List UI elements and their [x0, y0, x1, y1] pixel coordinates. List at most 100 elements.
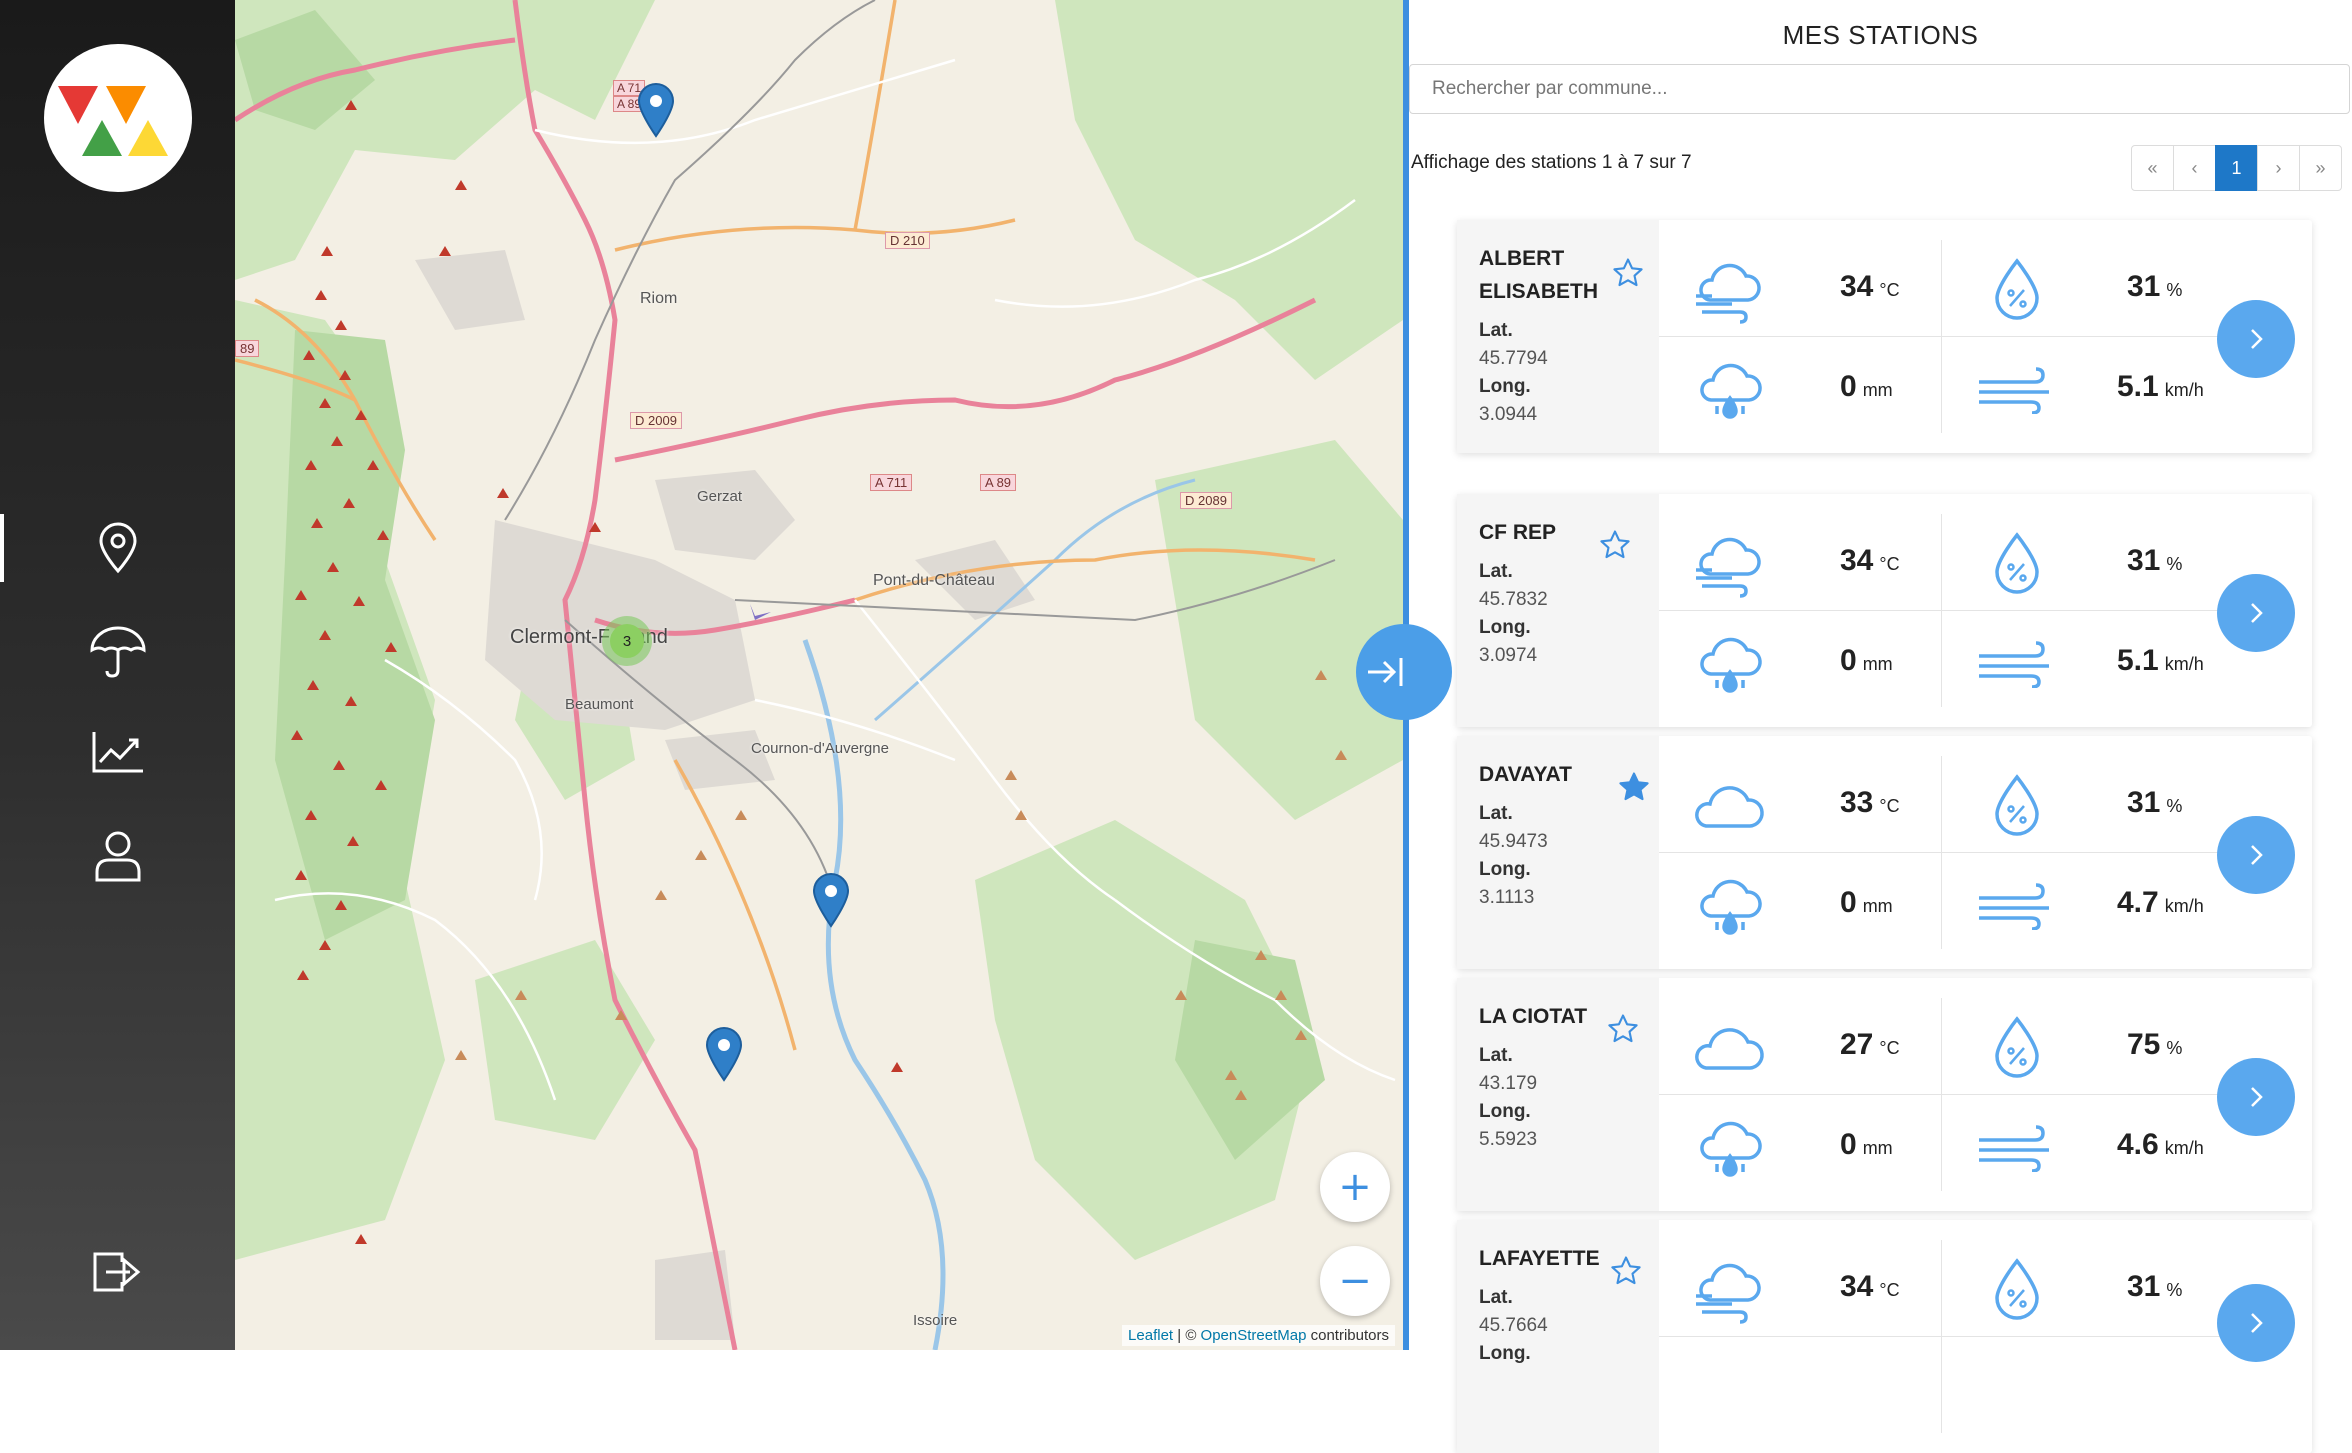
leaflet-link[interactable]: Leaflet: [1128, 1327, 1173, 1344]
humidity-value: 31%: [2127, 270, 2183, 303]
metric-divider: [1659, 336, 2229, 337]
cloud-wind-icon: [1696, 1263, 1761, 1324]
latitude-label: Lat.: [1479, 320, 1513, 341]
open-station-button[interactable]: [2217, 1058, 2295, 1136]
humidity-drop-icon: [1995, 258, 2039, 320]
nav-profile[interactable]: [0, 816, 235, 896]
osm-link[interactable]: OpenStreetMap: [1201, 1327, 1307, 1344]
latitude-value: 43.179: [1479, 1073, 1538, 1094]
nav-logout[interactable]: [0, 1232, 235, 1312]
favorite-star-icon[interactable]: [1611, 256, 1645, 290]
latitude-value: 45.7832: [1479, 589, 1548, 610]
place-label: Beaumont: [565, 696, 634, 713]
metric-divider: [1659, 1336, 2229, 1337]
latitude-value: 45.7794: [1479, 348, 1548, 369]
attribution-text: contributors: [1306, 1327, 1389, 1344]
toggle-panel-button[interactable]: [1356, 624, 1452, 720]
temperature-value: 34 °C: [1840, 270, 1900, 303]
longitude-value: 3.0974: [1479, 645, 1538, 666]
chevron-right-icon: [2251, 329, 2263, 349]
road-shield: D 2009: [630, 412, 682, 429]
open-station-button[interactable]: [2217, 574, 2295, 652]
favorite-star-icon[interactable]: [1606, 1012, 1640, 1046]
station-info: ALBERT ELISABETH Lat. 45.7794 Long. 3.09…: [1457, 220, 1659, 453]
road-shield: A 89: [980, 474, 1017, 491]
stations-panel: MES STATIONS Affichage des stations 1 à …: [1409, 0, 2352, 1453]
favorite-star-icon[interactable]: [1617, 770, 1651, 804]
search-commune-input[interactable]: [1409, 64, 2350, 114]
chart-line-icon: [92, 732, 143, 773]
station-cluster-marker[interactable]: 3: [602, 616, 652, 666]
place-label: Pont-du-Château: [873, 572, 995, 589]
page-first-button[interactable]: «: [2131, 145, 2174, 191]
app-logo[interactable]: [44, 44, 192, 192]
rain-cloud-icon: [1700, 637, 1762, 693]
temperature-value: 34 °C: [1840, 544, 1900, 577]
page-last-button[interactable]: »: [2299, 145, 2342, 191]
chevron-right-icon: [2251, 1087, 2263, 1107]
cloud-wind-icon: [1696, 537, 1761, 598]
place-label: Cournon-d'Auvergne: [751, 740, 889, 757]
wind-icon: [1979, 641, 2049, 688]
open-station-button[interactable]: [2217, 816, 2295, 894]
wind-speed-value: 4.6 km/h: [2117, 1128, 2204, 1161]
panel-title: MES STATIONS: [1782, 20, 1979, 50]
rain-value: 0 mm: [1840, 644, 1893, 677]
logout-icon: [93, 1252, 140, 1292]
road-shield: D 2089: [1180, 492, 1232, 509]
station-card: LA CIOTAT Lat. 43.179 Long. 5.5923 27 °C …: [1457, 978, 2312, 1211]
humidity-drop-icon: [1995, 774, 2039, 836]
place-label: Issoire: [913, 1312, 958, 1329]
open-station-button[interactable]: [2217, 1284, 2295, 1362]
temperature-value: 27 °C: [1840, 1028, 1900, 1061]
rain-value: 0 mm: [1840, 1128, 1893, 1161]
nav-weather[interactable]: [0, 612, 235, 692]
chevron-right-icon: [2251, 603, 2263, 623]
station-marker[interactable]: [704, 1026, 744, 1082]
wind-speed-value: [2117, 1370, 2123, 1404]
humidity-drop-icon: [1995, 1016, 2039, 1078]
listing-count-text: Affichage des stations 1 à 7 sur 7: [1411, 152, 1692, 173]
humidity-value: 75%: [2127, 1028, 2183, 1061]
nav-statistics[interactable]: [0, 712, 235, 792]
longitude-label: Long.: [1479, 376, 1531, 397]
station-name: DAVAYAT: [1479, 763, 1572, 786]
station-name: LAFAYETTE: [1479, 1247, 1600, 1270]
latitude-value: 45.7664: [1479, 1315, 1548, 1336]
wind-speed-value: 5.1 km/h: [2117, 644, 2204, 677]
road-shield: A 711: [870, 474, 913, 491]
favorite-star-icon[interactable]: [1598, 528, 1632, 562]
favorite-star-icon[interactable]: [1609, 1254, 1643, 1288]
page-prev-button[interactable]: ‹: [2173, 145, 2216, 191]
page-next-button[interactable]: ›: [2257, 145, 2300, 191]
page-1-button[interactable]: 1: [2215, 145, 2258, 191]
station-marker[interactable]: [636, 82, 676, 138]
station-name: ALBERT ELISABETH: [1479, 247, 1599, 303]
longitude-label: Long.: [1479, 1343, 1531, 1364]
zoom-out-button[interactable]: −: [1320, 1246, 1390, 1316]
humidity-value: 31%: [2127, 544, 2183, 577]
road-shield: D 210: [885, 232, 930, 249]
wind-icon: [1979, 883, 2049, 930]
longitude-value: 3.1113: [1479, 887, 1535, 908]
cluster-count: 3: [610, 624, 644, 658]
road-shield: 89: [235, 340, 260, 357]
longitude-value: 5.5923: [1479, 1129, 1538, 1150]
wind-icon: [1979, 367, 2049, 414]
attribution-separator: | ©: [1173, 1327, 1201, 1344]
metric-divider: [1659, 852, 2229, 853]
umbrella-icon: [89, 626, 146, 678]
nav-map[interactable]: [0, 508, 235, 588]
zoom-in-button[interactable]: +: [1320, 1152, 1390, 1222]
map-tiles[interactable]: [235, 0, 1403, 1350]
longitude-value: 3.0944: [1479, 404, 1538, 425]
cloud-icon: [1695, 786, 1764, 828]
map-view[interactable]: A 71 A 89 D 210 D 2009 A 711 A 89 D 2089…: [235, 0, 1403, 1350]
cloud-wind-icon: [1696, 263, 1761, 324]
station-card: ALBERT ELISABETH Lat. 45.7794 Long. 3.09…: [1457, 220, 2312, 453]
open-station-button[interactable]: [2217, 300, 2295, 378]
rain-cloud-icon: [1700, 363, 1762, 419]
pagination: « ‹ 1 › »: [2131, 145, 2342, 191]
station-card: CF REP Lat. 45.7832 Long. 3.0974 34 °C 31…: [1457, 494, 2312, 727]
station-marker[interactable]: [811, 872, 851, 928]
